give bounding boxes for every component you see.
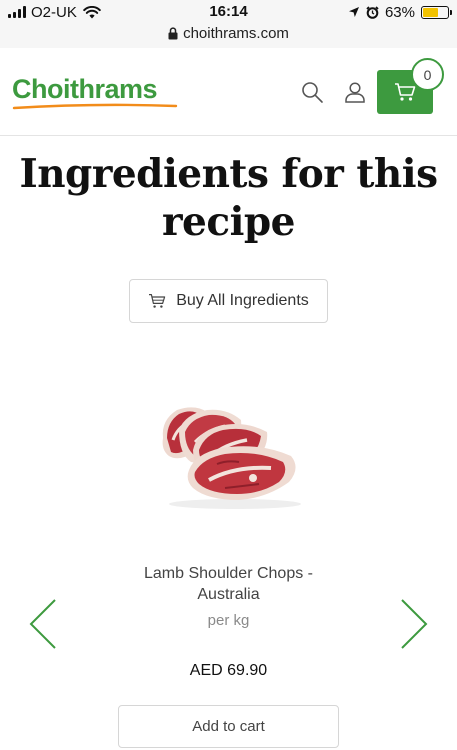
logo-swoosh-icon (12, 103, 178, 110)
page-title: Ingredients for this recipe (0, 150, 457, 246)
product-unit: per kg (207, 612, 250, 629)
product-name-line-1: Lamb Shoulder Chops - (144, 565, 313, 582)
location-arrow-icon (348, 7, 359, 17)
product-price: AED 69.90 (189, 662, 268, 679)
alarm-icon (366, 5, 379, 19)
lock-icon (168, 26, 178, 39)
cart-icon (149, 294, 166, 308)
cart-icon (395, 83, 416, 101)
status-bar-right: 63% (348, 3, 452, 21)
address-bar[interactable]: choithrams.com (0, 23, 457, 43)
battery-icon (421, 5, 452, 19)
battery-percent: 63% (384, 3, 415, 21)
logo[interactable]: Choithrams (12, 74, 178, 110)
title-line-1: Ingredients for this (19, 151, 438, 197)
cart-count-badge: 0 (411, 58, 444, 91)
title-line-2: recipe (161, 199, 296, 245)
url-text: choithrams.com (183, 24, 289, 42)
search-icon[interactable] (300, 80, 324, 104)
battery-level (423, 7, 439, 17)
user-icon[interactable] (343, 80, 367, 104)
product-name-line-2: Australia (197, 586, 260, 603)
chevron-right-icon[interactable] (399, 598, 429, 650)
lamb-chops-image[interactable] (155, 400, 315, 512)
add-to-cart-button[interactable]: Add to cart (118, 705, 339, 748)
logo-text: Choithrams (12, 74, 158, 104)
product-name[interactable]: Lamb Shoulder Chops - Australia (80, 563, 377, 605)
buy-all-label: Buy All Ingredients (176, 292, 309, 309)
site-header: Choithrams 0 (0, 48, 457, 136)
chevron-left-icon[interactable] (28, 598, 58, 650)
buy-all-ingredients-button[interactable]: Buy All Ingredients (129, 279, 328, 323)
status-bar: O2-UK 16:14 63% choithrams.com (0, 0, 457, 48)
